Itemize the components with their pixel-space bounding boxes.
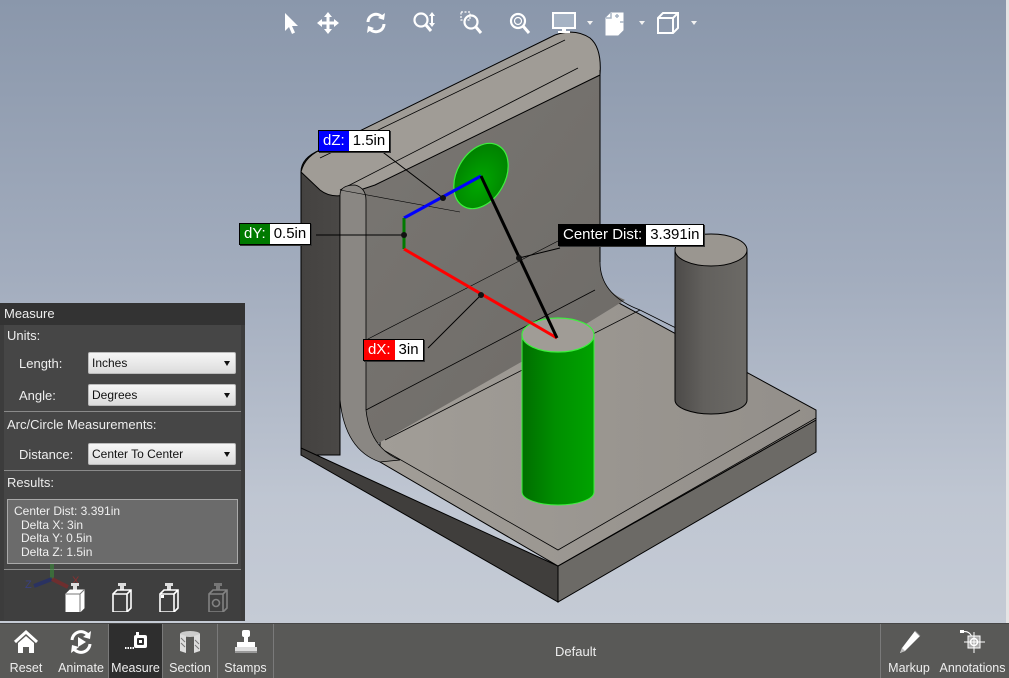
rotate-icon <box>366 12 386 34</box>
dy-label: dY: 0.5in <box>239 223 312 245</box>
annotations-button[interactable]: Annotations <box>936 624 1009 678</box>
dx-key: dX: <box>364 340 395 360</box>
triad-z-label: Z <box>25 579 32 591</box>
zoom-updown-icon <box>413 12 435 32</box>
dx-midpoint <box>478 292 484 298</box>
measure-vertex-button[interactable] <box>158 582 180 612</box>
selected-green-cylinder[interactable] <box>521 334 595 506</box>
results-box: Center Dist: 3.391in Delta X: 3in Delta … <box>7 499 238 564</box>
display-mode-button[interactable] <box>544 6 584 40</box>
zoom-tool-button[interactable] <box>400 6 448 40</box>
distance-label: Distance: <box>19 446 74 462</box>
section-icon <box>180 631 200 653</box>
units-section: Units: Length: Inches Angle: Degrees <box>4 325 241 412</box>
distance-select[interactable]: Center To Center <box>88 443 236 465</box>
result-center-dist: Center Dist: 3.391in <box>14 504 121 518</box>
pencil-icon <box>900 630 921 653</box>
measure-panel: Measure Units: Length: Inches Angle: Deg… <box>0 303 245 621</box>
explode-button[interactable] <box>596 6 636 40</box>
explode-dropdown[interactable] <box>596 6 648 40</box>
separator <box>273 624 274 678</box>
distance-row: Distance: Center To Center <box>4 438 241 470</box>
view-name[interactable]: Default <box>555 644 596 659</box>
markup-button[interactable]: Markup <box>884 624 934 678</box>
reset-label: Reset <box>9 661 43 675</box>
zoom-window-tool-button[interactable] <box>448 6 496 40</box>
result-delta-y: Delta Y: 0.5in <box>21 531 93 545</box>
animate-icon <box>70 630 92 654</box>
annotations-label: Annotations <box>939 661 1006 675</box>
arc-title: Arc/Circle Measurements: <box>7 417 157 432</box>
results-section: Results: Center Dist: 3.391in Delta X: 3… <box>4 471 241 570</box>
home-icon <box>13 629 39 653</box>
result-delta-x: Delta X: 3in <box>21 517 84 532</box>
cursor-arrow-icon <box>285 13 298 34</box>
center-dist-midpoint <box>516 255 522 261</box>
section-button[interactable]: Section <box>163 624 217 678</box>
stamp-icon <box>234 630 257 653</box>
rotate-tool-button[interactable] <box>352 6 400 40</box>
view-orientation-dropdown[interactable] <box>648 6 700 40</box>
markup-label: Markup <box>888 661 930 675</box>
display-mode-dropdown[interactable] <box>544 6 596 40</box>
measure-edge-button[interactable] <box>111 582 133 612</box>
center-dist-value: 3.391in <box>646 225 704 245</box>
animate-button[interactable]: Animate <box>54 624 108 678</box>
stamps-label: Stamps <box>224 661 267 675</box>
measure-button[interactable]: Measure <box>109 624 162 678</box>
angle-select[interactable]: Degrees <box>88 384 236 406</box>
dx-value: 3in <box>394 340 423 360</box>
explode-cube-icon <box>605 12 624 36</box>
dz-key: dZ: <box>319 131 349 151</box>
dz-label: dZ: 1.5in <box>318 130 391 152</box>
move-arrows-icon <box>317 12 339 34</box>
display-mode-caret[interactable] <box>584 6 596 40</box>
dz-midpoint <box>440 195 446 201</box>
measure-label: Measure <box>111 661 160 675</box>
dy-value: 0.5in <box>269 224 311 244</box>
zoom-window-icon <box>460 11 483 34</box>
dy-key: dY: <box>240 224 270 244</box>
zoom-fit-icon <box>509 12 531 34</box>
monitor-icon <box>552 12 576 33</box>
view-orientation-caret[interactable] <box>688 6 700 40</box>
stamps-button[interactable]: Stamps <box>218 624 273 678</box>
view-toolbar <box>276 6 700 40</box>
annotation-target-icon <box>959 630 985 653</box>
pan-tool-button[interactable] <box>304 6 352 40</box>
explode-caret[interactable] <box>636 6 648 40</box>
view-orientation-button[interactable] <box>648 6 688 40</box>
angle-row: Angle: Degrees <box>4 379 241 411</box>
angle-label: Angle: <box>19 387 56 403</box>
bottom-toolbar: Reset Animate Measure Section Stamps Def… <box>0 623 1009 678</box>
center-dist-key: Center Dist: <box>559 225 647 245</box>
arc-section: Arc/Circle Measurements: Distance: Cente… <box>4 412 241 471</box>
result-delta-z: Delta Z: 1.5in <box>21 544 93 559</box>
measure-arc-button[interactable] <box>207 582 229 612</box>
cube-icon <box>657 12 679 34</box>
dz-value: 1.5in <box>348 131 390 151</box>
gray-cylinder-post <box>674 249 748 415</box>
length-row: Length: Inches <box>4 347 241 379</box>
section-label: Section <box>169 661 211 675</box>
length-select[interactable]: Inches <box>88 352 236 374</box>
measure-panel-title: Measure <box>0 303 245 325</box>
3d-viewport[interactable]: dZ: 1.5in dY: 0.5in dX: 3in Center Dist:… <box>0 0 1006 623</box>
tape-measure-icon <box>124 632 147 649</box>
dy-midpoint <box>401 232 407 238</box>
select-tool-button[interactable] <box>276 6 304 40</box>
measure-tools: Z X <box>4 559 241 620</box>
dx-label: dX: 3in <box>363 339 424 361</box>
separator <box>880 624 881 678</box>
zoom-fit-tool-button[interactable] <box>496 6 544 40</box>
center-dist-label: Center Dist: 3.391in <box>558 224 705 246</box>
length-label: Length: <box>19 355 63 371</box>
results-title: Results: <box>7 475 54 490</box>
units-title: Units: <box>7 328 41 343</box>
reset-button[interactable]: Reset <box>0 624 52 678</box>
animate-label: Animate <box>58 661 104 675</box>
measure-point-button[interactable] <box>64 582 86 612</box>
